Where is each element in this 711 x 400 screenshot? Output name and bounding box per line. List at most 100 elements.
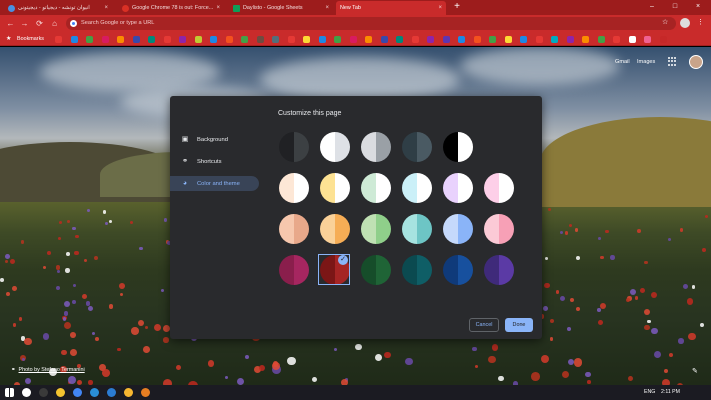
- back-button[interactable]: ←: [5, 18, 16, 29]
- bookmark-icon[interactable]: [303, 36, 310, 43]
- forward-button[interactable]: →: [19, 18, 30, 29]
- address-bar[interactable]: Search Google or type a URL: [66, 17, 676, 30]
- maximize-button[interactable]: □: [664, 0, 686, 14]
- bookmark-icon[interactable]: [194, 36, 202, 43]
- taskbar-app-icon[interactable]: [141, 388, 150, 397]
- color-swatch[interactable]: [402, 214, 432, 244]
- sidebar-item-background[interactable]: ▣ Background: [170, 132, 259, 147]
- sidebar-item-color-and-theme[interactable]: ◕ Color and theme: [170, 176, 259, 191]
- bookmark-icon[interactable]: [117, 36, 124, 43]
- bookmark-icon[interactable]: [210, 36, 217, 43]
- close-window-button[interactable]: ×: [687, 0, 709, 14]
- bookmark-icon[interactable]: [442, 36, 450, 43]
- bookmark-icon[interactable]: [86, 36, 93, 43]
- bookmark-icon[interactable]: [659, 36, 667, 43]
- color-swatch[interactable]: [279, 173, 309, 203]
- bookmark-icon[interactable]: [628, 36, 636, 43]
- color-swatch[interactable]: [320, 173, 350, 203]
- color-swatch[interactable]: [443, 132, 473, 162]
- color-swatch[interactable]: [279, 255, 309, 285]
- bookmark-icon[interactable]: [241, 36, 248, 43]
- bookmark-icon[interactable]: [225, 36, 233, 43]
- bookmark-icon[interactable]: [411, 36, 419, 43]
- taskbar-app-icon[interactable]: [124, 388, 133, 397]
- bookmark-icon[interactable]: [70, 36, 78, 43]
- start-icon[interactable]: [5, 388, 14, 397]
- taskbar-app-icon[interactable]: [73, 388, 82, 397]
- bookmark-icon[interactable]: [318, 36, 326, 43]
- bookmark-icon[interactable]: [334, 36, 341, 43]
- color-swatch[interactable]: [361, 255, 391, 285]
- color-swatch[interactable]: [402, 173, 432, 203]
- taskbar-app-icon[interactable]: [39, 388, 48, 397]
- taskbar-app-icon[interactable]: [90, 388, 99, 397]
- bookmark-icon[interactable]: [396, 36, 403, 43]
- taskbar-app-icon[interactable]: [107, 388, 116, 397]
- done-button[interactable]: Done: [505, 318, 533, 332]
- bookmark-icon[interactable]: [380, 36, 388, 43]
- photo-credit[interactable]: ⚭ Photo by Stefano Termanini: [11, 367, 85, 373]
- tab-chrome-78[interactable]: Google Chrome 78 is out: Force... ×: [118, 1, 224, 15]
- bookmark-icon[interactable]: [148, 36, 155, 43]
- color-swatch[interactable]: [320, 132, 350, 162]
- sidebar-item-shortcuts[interactable]: ⚭ Shortcuts: [170, 154, 259, 169]
- color-swatch[interactable]: [320, 214, 350, 244]
- home-button[interactable]: ⌂: [49, 18, 60, 29]
- cancel-button[interactable]: Cancel: [469, 318, 499, 332]
- apps-grid-icon[interactable]: [668, 57, 677, 66]
- bookmark-icon[interactable]: [163, 36, 171, 43]
- bookmark-icon[interactable]: [179, 36, 186, 43]
- bookmark-icon[interactable]: [644, 36, 651, 43]
- bookmark-icon[interactable]: [473, 36, 481, 43]
- bookmark-icon[interactable]: [272, 36, 279, 43]
- color-swatch[interactable]: [443, 255, 473, 285]
- reload-button[interactable]: ⟳: [34, 18, 45, 29]
- bookmark-icon[interactable]: [458, 36, 465, 43]
- bookmark-icon[interactable]: [349, 36, 357, 43]
- bookmark-icon[interactable]: [582, 36, 589, 43]
- minimize-button[interactable]: –: [641, 0, 663, 14]
- tab-google-sheets[interactable]: Daylisto - Google Sheets ×: [229, 1, 333, 15]
- color-swatch[interactable]: [402, 255, 432, 285]
- images-link[interactable]: Images: [637, 59, 655, 65]
- bookmark-icon[interactable]: [256, 36, 264, 43]
- tab-new-tab[interactable]: New Tab ×: [336, 1, 446, 15]
- gmail-link[interactable]: Gmail: [615, 59, 630, 65]
- bookmark-icon[interactable]: [566, 36, 574, 43]
- language-indicator[interactable]: ENG: [644, 389, 655, 395]
- color-swatch[interactable]: [484, 255, 514, 285]
- color-swatch[interactable]: [279, 132, 309, 162]
- close-icon[interactable]: ×: [104, 5, 108, 11]
- color-swatch[interactable]: [279, 214, 309, 244]
- color-swatch[interactable]: [361, 132, 391, 162]
- taskbar-app-icon[interactable]: [56, 388, 65, 397]
- profile-avatar-large[interactable]: [689, 55, 703, 69]
- bookmark-icon[interactable]: [489, 36, 496, 43]
- bookmark-icon[interactable]: [613, 36, 620, 43]
- bookmark-icon[interactable]: [504, 36, 512, 43]
- bookmarks-label[interactable]: Bookmarks: [17, 36, 44, 42]
- close-icon[interactable]: ×: [325, 5, 329, 11]
- close-icon[interactable]: ×: [216, 5, 220, 11]
- profile-avatar[interactable]: [680, 18, 690, 28]
- taskbar-app-icon[interactable]: [22, 388, 31, 397]
- bookmark-icon[interactable]: [101, 36, 109, 43]
- bookmark-icon[interactable]: [287, 36, 295, 43]
- color-swatch[interactable]: [361, 173, 391, 203]
- bookmark-icon[interactable]: [132, 36, 140, 43]
- menu-icon[interactable]: ⋮: [697, 18, 704, 26]
- bookmark-icon[interactable]: [535, 36, 543, 43]
- color-swatch[interactable]: [484, 214, 514, 244]
- tab-digiato[interactable]: انیوان تونشه - دیجیاتو - دیجیتونی ×: [4, 1, 112, 15]
- color-swatch[interactable]: [484, 173, 514, 203]
- color-swatch[interactable]: [443, 173, 473, 203]
- color-swatch[interactable]: [443, 214, 473, 244]
- bookmark-icon[interactable]: [597, 36, 605, 43]
- bookmark-icon[interactable]: [427, 36, 434, 43]
- new-tab-button[interactable]: +: [451, 1, 463, 13]
- clock[interactable]: 2:11 PM: [661, 389, 680, 395]
- bookmark-icon[interactable]: [551, 36, 558, 43]
- color-swatch[interactable]: [361, 214, 391, 244]
- bookmark-icon[interactable]: [520, 36, 527, 43]
- edit-pencil-icon[interactable]: ✎: [692, 367, 698, 375]
